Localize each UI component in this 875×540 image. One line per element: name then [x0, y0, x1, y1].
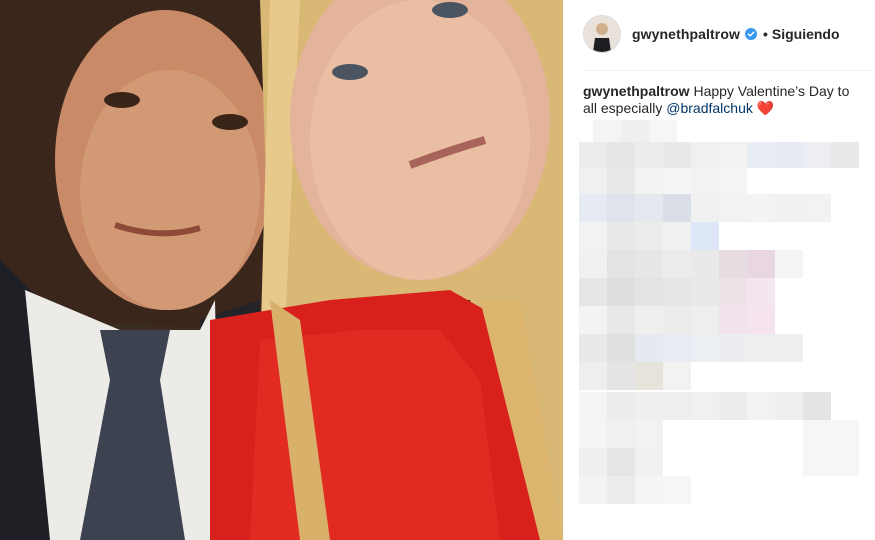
verified-badge-icon: [744, 28, 757, 40]
pixelated-comments-area: [579, 120, 875, 540]
header-divider: [583, 70, 873, 71]
avatar-image: [584, 16, 620, 52]
post-caption: gwynethpaltrow Happy Valentine’s Day to …: [583, 83, 855, 117]
heart-emoji: ❤️: [756, 100, 775, 116]
separator-dot: •: [762, 26, 768, 42]
post-sidebar: gwynethpaltrow • Siguiendo gwynethpaltro…: [563, 0, 875, 540]
follow-status-button[interactable]: Siguiendo: [772, 26, 840, 42]
username-link[interactable]: gwynethpaltrow: [632, 26, 740, 42]
caption-username[interactable]: gwynethpaltrow: [583, 83, 690, 99]
avatar[interactable]: [583, 15, 621, 53]
post-header: gwynethpaltrow • Siguiendo: [583, 14, 840, 54]
selfie-illustration: [0, 0, 563, 540]
post-photo[interactable]: [0, 0, 563, 540]
caption-mention[interactable]: @bradfalchuk: [666, 100, 753, 116]
